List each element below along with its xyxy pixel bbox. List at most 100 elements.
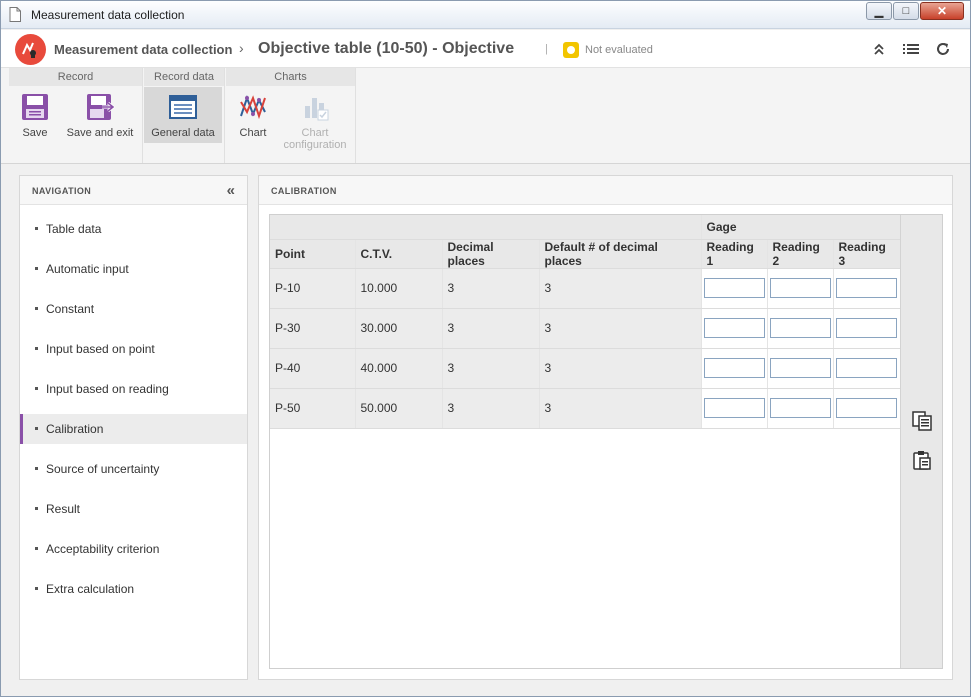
reading-2-input[interactable] xyxy=(769,278,831,298)
list-icon[interactable] xyxy=(902,40,920,58)
save-label: Save xyxy=(22,127,48,139)
nav-item-input-based-on-reading[interactable]: Input based on reading xyxy=(20,374,247,404)
cell-default-decimal-places: 3 xyxy=(539,308,702,349)
status-badge-icon xyxy=(563,42,579,58)
grid-side-toolbar xyxy=(900,215,942,668)
breadcrumb-app[interactable]: Measurement data collection xyxy=(54,42,232,57)
general-data-label: General data xyxy=(151,127,215,139)
group-header-empty xyxy=(270,215,702,240)
chart-configuration-label-1: Chart xyxy=(301,127,329,139)
column-header-decimal-places[interactable]: Decimal places xyxy=(442,239,540,269)
nav-item-source-of-uncertainty[interactable]: Source of uncertainty xyxy=(20,454,247,484)
calibration-panel: CALIBRATION Gage Point C.T.V. Decimal pl… xyxy=(258,175,953,680)
cell-decimal-places: 3 xyxy=(442,388,540,429)
refresh-icon[interactable] xyxy=(934,40,952,58)
window-title: Measurement data collection xyxy=(31,8,185,22)
reading-1-input[interactable] xyxy=(703,278,765,298)
table-row[interactable]: P-50 50.000 3 3 xyxy=(270,388,902,429)
bullet-icon xyxy=(35,227,38,230)
cell-ctv: 40.000 xyxy=(355,348,443,389)
ribbon-group-charts: Charts Chart Chart configuration xyxy=(226,68,356,163)
reading-1-input[interactable] xyxy=(703,358,765,378)
paste-icon[interactable] xyxy=(911,449,933,471)
chart-configuration-icon xyxy=(305,98,329,121)
column-header-point[interactable]: Point xyxy=(270,239,356,269)
ribbon-group-label: Record xyxy=(9,68,142,86)
save-icon xyxy=(22,94,48,120)
close-button[interactable]: ✕ xyxy=(920,2,964,20)
bullet-icon xyxy=(35,387,38,390)
table-row[interactable]: P-30 30.000 3 3 xyxy=(270,308,902,349)
reading-3-input[interactable] xyxy=(835,278,897,298)
table-row[interactable]: P-40 40.000 3 3 xyxy=(270,348,902,389)
maximize-icon: □ xyxy=(902,5,910,17)
nav-item-input-based-on-point[interactable]: Input based on point xyxy=(20,334,247,364)
measurement-logo-icon xyxy=(15,34,46,65)
calibration-title: CALIBRATION xyxy=(271,186,337,196)
nav-item-result[interactable]: Result xyxy=(20,494,247,524)
cell-default-decimal-places: 3 xyxy=(539,388,702,429)
chart-button[interactable]: Chart xyxy=(228,87,278,143)
nav-item-label: Extra calculation xyxy=(46,582,135,596)
ribbon-group-label: Charts xyxy=(226,68,355,86)
general-data-icon xyxy=(169,95,197,119)
cell-point: P-50 xyxy=(270,388,356,429)
chart-configuration-button[interactable]: Chart configuration xyxy=(282,87,348,157)
cell-ctv: 50.000 xyxy=(355,388,443,429)
calibration-table: Gage Point C.T.V. Decimal places Default… xyxy=(270,215,902,429)
nav-item-automatic-input[interactable]: Automatic input xyxy=(20,254,247,284)
reading-1-input[interactable] xyxy=(703,318,765,338)
nav-item-calibration[interactable]: Calibration xyxy=(20,414,247,444)
reading-3-input[interactable] xyxy=(835,398,897,418)
reading-2-input[interactable] xyxy=(769,318,831,338)
column-header-reading-1[interactable]: Reading 1 xyxy=(701,239,768,269)
table-row[interactable]: P-10 10.000 3 3 xyxy=(270,268,902,309)
nav-item-label: Input based on point xyxy=(46,342,155,356)
nav-item-extra-calculation[interactable]: Extra calculation xyxy=(20,574,247,604)
nav-item-label: Result xyxy=(46,502,81,516)
save-and-exit-icon xyxy=(87,94,115,120)
column-header-reading-2[interactable]: Reading 2 xyxy=(767,239,834,269)
reading-1-input[interactable] xyxy=(703,398,765,418)
reading-3-input[interactable] xyxy=(835,358,897,378)
cell-default-decimal-places: 3 xyxy=(539,348,702,389)
nav-item-table-data[interactable]: Table data xyxy=(20,214,247,244)
collapse-panel-icon[interactable]: « xyxy=(227,182,235,199)
maximize-button[interactable]: □ xyxy=(893,2,919,20)
reading-3-input[interactable] xyxy=(835,318,897,338)
bullet-icon xyxy=(35,467,38,470)
calibration-grid: Gage Point C.T.V. Decimal places Default… xyxy=(269,214,943,669)
column-header-ctv[interactable]: C.T.V. xyxy=(355,239,443,269)
nav-item-constant[interactable]: Constant xyxy=(20,294,247,324)
reading-2-input[interactable] xyxy=(769,398,831,418)
minimize-icon: ▁ xyxy=(874,5,884,18)
title-bar: Measurement data collection ▁ □ ✕ xyxy=(1,1,970,29)
column-header-default-decimal-places[interactable]: Default # of decimal places xyxy=(539,239,702,269)
copy-icon[interactable] xyxy=(911,410,933,432)
cell-default-decimal-places: 3 xyxy=(539,268,702,309)
save-button[interactable]: Save xyxy=(11,87,59,143)
bullet-icon xyxy=(35,307,38,310)
bullet-icon xyxy=(35,587,38,590)
save-and-exit-button[interactable]: Save and exit xyxy=(63,87,137,143)
application-window: Measurement data collection ▁ □ ✕ Measur… xyxy=(0,0,971,697)
nav-item-label: Automatic input xyxy=(46,262,129,276)
nav-item-label: Source of uncertainty xyxy=(46,462,160,476)
nav-item-label: Input based on reading xyxy=(46,382,169,396)
bullet-icon xyxy=(35,507,38,510)
calibration-header: CALIBRATION xyxy=(259,176,952,205)
nav-item-acceptability-criterion[interactable]: Acceptability criterion xyxy=(20,534,247,564)
bullet-icon xyxy=(35,267,38,270)
status-text: Not evaluated xyxy=(585,44,653,56)
ribbon-toolbar: Record Save Save and exit Record data Ge… xyxy=(1,68,970,164)
page-header: Measurement data collection › Objective … xyxy=(1,30,970,68)
reading-2-input[interactable] xyxy=(769,358,831,378)
collapse-up-icon[interactable] xyxy=(870,40,888,58)
document-icon xyxy=(9,7,21,22)
column-header-reading-3[interactable]: Reading 3 xyxy=(833,239,902,269)
navigation-title: NAVIGATION xyxy=(32,186,92,196)
minimize-button[interactable]: ▁ xyxy=(866,2,892,20)
nav-item-label: Acceptability criterion xyxy=(46,542,160,556)
general-data-button[interactable]: General data xyxy=(144,87,222,143)
group-header-gage: Gage xyxy=(701,215,902,240)
